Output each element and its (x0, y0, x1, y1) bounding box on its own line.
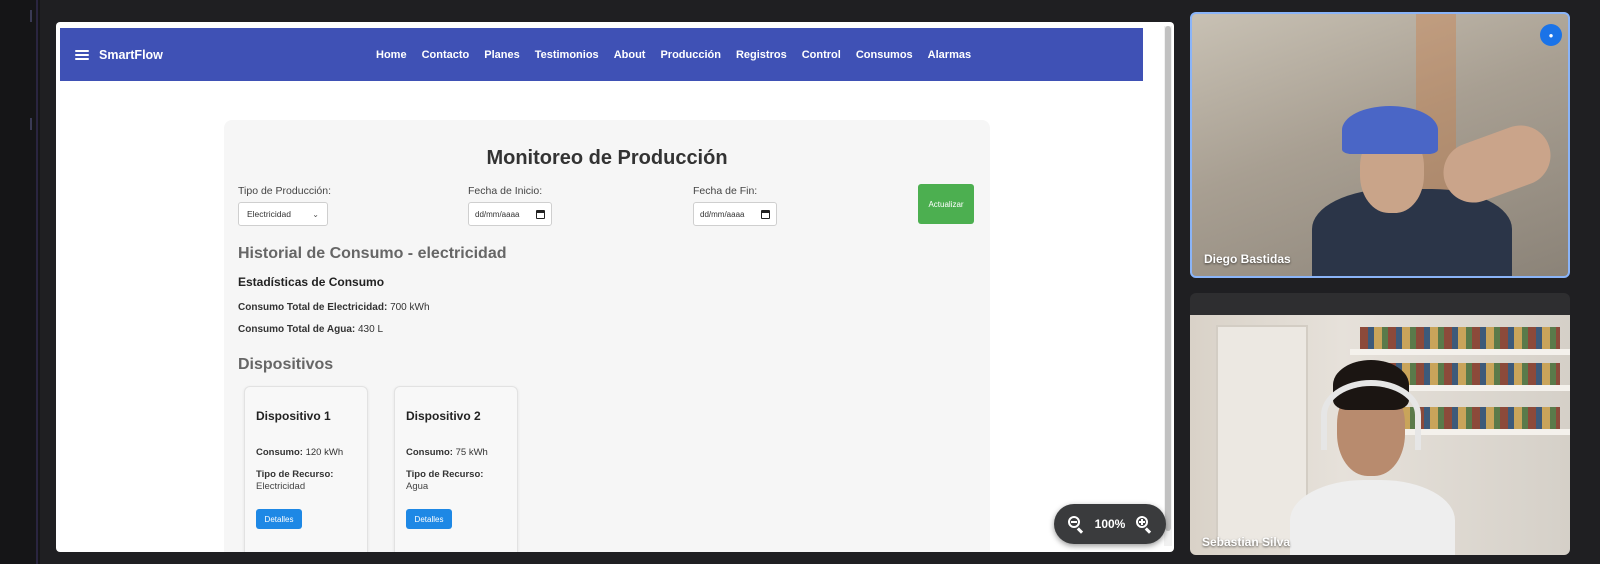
participant-tile-diego[interactable]: ● Diego Bastidas (1190, 12, 1570, 278)
participant-name: Diego Bastidas (1204, 252, 1291, 266)
resource-label: Tipo de Recurso: (256, 469, 334, 480)
video-figure (1342, 106, 1438, 154)
nav-testimonios[interactable]: Testimonios (535, 49, 599, 61)
select-value: Electricidad (247, 209, 291, 219)
consumption-value: 120 kWh (305, 447, 344, 458)
shared-screen: SmartFlow Home Contacto Planes Testimoni… (56, 22, 1174, 552)
stats-title: Estadísticas de Consumo (238, 275, 385, 289)
resource-label: Tipo de Recurso: (406, 469, 484, 480)
consumption-label: Consumo: (256, 447, 303, 458)
calendar-icon[interactable] (536, 209, 545, 219)
nav-alarmas[interactable]: Alarmas (928, 49, 971, 61)
menu-icon[interactable] (75, 49, 89, 60)
end-date-input[interactable]: dd/mm/aaaa (693, 202, 777, 226)
electricity-total-label: Consumo Total de Electricidad: (238, 302, 388, 313)
calendar-icon[interactable] (761, 209, 770, 219)
video-feed (1190, 315, 1570, 555)
consumption-value: 75 kWh (455, 447, 488, 458)
nav-links: Home Contacto Planes Testimonios About P… (376, 28, 971, 81)
type-label: Tipo de Producción: (238, 185, 331, 197)
type-field: Tipo de Producción: Electricidad ⌄ (238, 185, 331, 226)
video-figure (1285, 360, 1455, 555)
nav-contacto[interactable]: Contacto (422, 49, 470, 61)
device-consumption: Consumo: 120 kWh (256, 447, 343, 458)
bookshelf-row (1360, 327, 1560, 349)
details-button[interactable]: Detalles (406, 509, 452, 529)
zoom-control: 100% (1054, 504, 1166, 544)
participant-name: Sebastian Silva (1202, 535, 1291, 549)
start-date-input[interactable]: dd/mm/aaaa (468, 202, 552, 226)
date-placeholder: dd/mm/aaaa (700, 209, 745, 219)
dock-marker (30, 118, 32, 130)
device-card: Dispositivo 1 Consumo: 120 kWh Tipo de R… (244, 386, 368, 552)
nav-consumos[interactable]: Consumos (856, 49, 913, 61)
date-placeholder: dd/mm/aaaa (475, 209, 520, 219)
zoom-level: 100% (1094, 517, 1126, 531)
scrollbar-thumb[interactable] (1165, 26, 1171, 531)
nav-control[interactable]: Control (802, 49, 841, 61)
monitor-card: Monitoreo de Producción Tipo de Producci… (224, 120, 990, 552)
end-date-label: Fecha de Fin: (693, 185, 758, 197)
device-consumption: Consumo: 75 kWh (406, 447, 488, 458)
electricity-total: Consumo Total de Electricidad: 700 kWh (238, 302, 430, 313)
devices-title: Dispositivos (238, 356, 334, 373)
zoom-out-icon[interactable] (1068, 516, 1084, 534)
water-total: Consumo Total de Agua: 430 L (238, 324, 383, 335)
electricity-total-value: 700 kWh (390, 302, 430, 313)
nav-produccion[interactable]: Producción (660, 49, 721, 61)
zoom-in-icon[interactable] (1135, 516, 1152, 534)
resource-value: Electricidad (256, 481, 306, 492)
page-scrollbar[interactable] (1164, 26, 1172, 546)
resource-value: Agua (406, 481, 429, 492)
details-button[interactable]: Detalles (256, 509, 302, 529)
consumption-label: Consumo: (406, 447, 453, 458)
left-dock (0, 0, 40, 564)
page-title: Monitoreo de Producción (486, 147, 728, 169)
history-title: Historial de Consumo - electricidad (238, 245, 507, 262)
production-type-select[interactable]: Electricidad ⌄ (238, 202, 328, 226)
update-button[interactable]: Actualizar (918, 184, 974, 224)
dock-edge (36, 0, 38, 564)
device-name: Dispositivo 1 (256, 409, 331, 423)
device-name: Dispositivo 2 (406, 409, 481, 423)
nav-registros[interactable]: Registros (736, 49, 787, 61)
start-date-label: Fecha de Inicio: (468, 185, 543, 197)
water-total-value: 430 L (358, 324, 384, 335)
shelf (1350, 349, 1570, 355)
nav-planes[interactable]: Planes (484, 49, 519, 61)
dock-marker (30, 10, 32, 22)
end-date-field: Fecha de Fin: dd/mm/aaaa (693, 185, 777, 226)
nav-about[interactable]: About (614, 49, 646, 61)
brand-logo[interactable]: SmartFlow (99, 48, 163, 62)
nav-home[interactable]: Home (376, 49, 407, 61)
navbar: SmartFlow Home Contacto Planes Testimoni… (60, 28, 1143, 81)
chevron-down-icon: ⌄ (312, 209, 319, 219)
water-total-label: Consumo Total de Agua: (238, 324, 356, 335)
participant-tile-sebastian[interactable]: Sebastian Silva (1190, 293, 1570, 555)
device-card: Dispositivo 2 Consumo: 75 kWh Tipo de Re… (394, 386, 518, 552)
speaking-indicator-icon: ● (1540, 24, 1562, 46)
start-date-field: Fecha de Inicio: dd/mm/aaaa (468, 185, 552, 226)
